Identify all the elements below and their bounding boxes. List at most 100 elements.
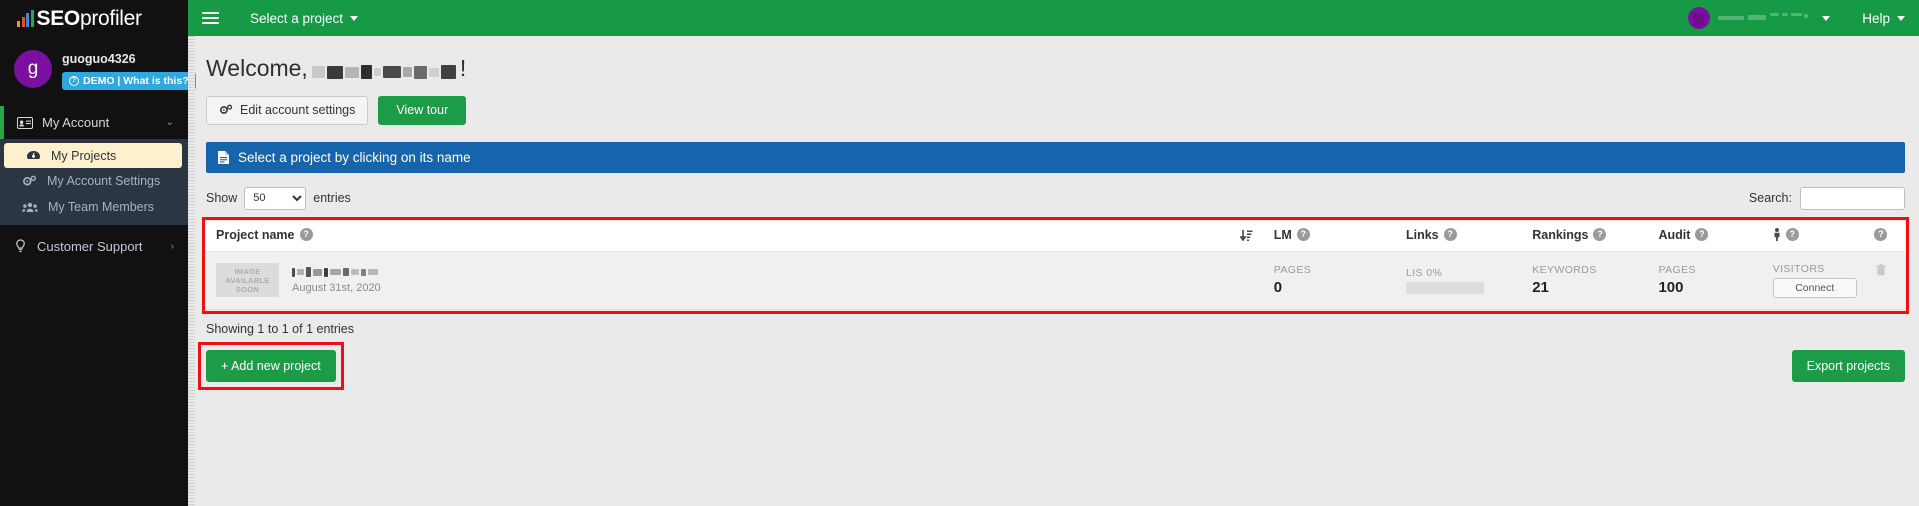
trash-icon[interactable]: [1875, 263, 1886, 279]
column-actions[interactable]: ?: [1856, 220, 1905, 252]
sidebar-section-my-account[interactable]: My Account ⌄: [0, 106, 188, 139]
info-banner-text: Select a project by clicking on its name: [238, 149, 471, 165]
help-icon[interactable]: ?: [299, 228, 313, 242]
table-header-row: Project name ? LM ? Links ? Rankings ? A…: [206, 220, 1905, 252]
connect-label: Connect: [1795, 281, 1835, 294]
account-menu[interactable]: [1688, 7, 1831, 29]
visitors-label: VISITORS: [1772, 262, 1825, 275]
sidebar-username: guoguo4326: [62, 52, 136, 66]
sidebar-user-block: g guoguo4326 ? DEMO | What is this?: [0, 36, 196, 106]
column-audit[interactable]: Audit ?: [1658, 220, 1773, 252]
lm-value: 0: [1273, 279, 1283, 297]
help-icon[interactable]: ?: [1695, 228, 1709, 242]
scroll-strip: [188, 36, 195, 506]
sidebar-nav-group: My Projects My Account Settings My Team …: [0, 139, 188, 225]
table-body: IMAGE AVAILABLE SOON August 31st, 2020 P…: [206, 251, 1905, 310]
avatar: g: [14, 50, 52, 88]
demo-badge-label: DEMO | What is this?: [83, 75, 189, 87]
avatar: [1688, 7, 1711, 29]
view-tour-button[interactable]: View tour: [378, 96, 467, 125]
thumbnail-label: IMAGE AVAILABLE SOON: [225, 266, 270, 294]
table-row[interactable]: IMAGE AVAILABLE SOON August 31st, 2020 P…: [206, 251, 1905, 310]
search-input[interactable]: [1800, 186, 1905, 210]
rankings-value: 21: [1532, 279, 1549, 297]
sidebar-filler: [0, 264, 188, 506]
gears-icon: [219, 104, 233, 116]
column-label: LM: [1273, 227, 1292, 242]
logo-bars-icon: [17, 9, 34, 27]
content-area: Welcome, ! Edit account settings View to…: [188, 36, 1919, 506]
help-label: Help: [1862, 10, 1890, 26]
brand-name-light: profiler: [79, 6, 142, 30]
main-area: Select a project Help Welcome, ! Edit ac…: [188, 0, 1919, 506]
caret-down-icon: [1822, 15, 1831, 21]
page-size-select[interactable]: 50: [244, 186, 307, 210]
hamburger-icon[interactable]: [202, 11, 219, 25]
column-label: Rankings: [1532, 227, 1589, 242]
add-new-project-button[interactable]: + Add new project: [206, 349, 336, 382]
showing-entries-text: Showing 1 to 1 of 1 entries: [206, 321, 355, 336]
column-lm[interactable]: LM ?: [1273, 220, 1406, 252]
help-menu[interactable]: Help: [1862, 11, 1905, 26]
project-thumbnail: IMAGE AVAILABLE SOON: [216, 263, 279, 298]
cell-project-name[interactable]: IMAGE AVAILABLE SOON August 31st, 2020: [206, 251, 1241, 310]
search-label: Search:: [1748, 191, 1792, 205]
help-icon[interactable]: ?: [1785, 228, 1799, 242]
projects-table: Project name ? LM ? Links ? Rankings ? A…: [206, 220, 1905, 310]
help-icon[interactable]: ?: [1296, 228, 1310, 242]
cell-rankings: KEYWORDS 21: [1532, 251, 1659, 310]
help-icon[interactable]: ?: [1874, 228, 1888, 242]
export-projects-label: Export projects: [1806, 358, 1890, 373]
id-card-icon: [17, 116, 33, 129]
edit-account-settings-button[interactable]: Edit account settings: [206, 96, 369, 125]
rankings-label: KEYWORDS: [1532, 264, 1597, 277]
users-icon: [22, 202, 38, 213]
projects-table-zone: Project name ? LM ? Links ? Rankings ? A…: [202, 216, 1909, 314]
sidebar-item-my-account-settings[interactable]: My Account Settings: [0, 168, 188, 194]
caret-down-icon: [350, 15, 359, 21]
brand-name-bold: SEO: [36, 6, 81, 30]
cell-delete[interactable]: [1856, 251, 1905, 310]
welcome-exclamation: !: [459, 55, 467, 81]
sidebar-item-label: My Projects: [51, 148, 117, 163]
sidebar-item-my-projects[interactable]: My Projects: [4, 143, 182, 168]
welcome-name-redacted: [311, 64, 456, 81]
show-label: Show: [206, 191, 238, 205]
column-rankings[interactable]: Rankings ?: [1532, 220, 1659, 252]
entries-label: entries: [313, 191, 351, 205]
help-icon[interactable]: ?: [1593, 228, 1607, 242]
person-icon: [1773, 228, 1781, 242]
column-visitors[interactable]: ?: [1772, 220, 1857, 252]
column-sort[interactable]: [1239, 220, 1274, 252]
export-projects-button[interactable]: Export projects: [1791, 349, 1905, 382]
cell-lm: PAGES 0: [1273, 251, 1406, 310]
cell-visitors: VISITORS Connect: [1772, 251, 1857, 310]
sidebar-item-customer-support[interactable]: Customer Support ›: [0, 228, 188, 264]
table-header: Project name ? LM ? Links ? Rankings ? A…: [206, 220, 1905, 252]
column-project-name[interactable]: Project name ?: [206, 220, 1241, 252]
welcome-greeting: Welcome,: [206, 55, 308, 81]
column-label: Audit: [1658, 227, 1691, 242]
sidebar-item-label: My Account Settings: [47, 174, 161, 188]
footer-row: + Add new project Export projects: [198, 341, 1905, 390]
chevron-down-icon: ⌄: [165, 117, 174, 128]
project-selector[interactable]: Select a project: [250, 11, 359, 26]
column-label: Links: [1405, 227, 1439, 242]
brand-logo[interactable]: SEOprofiler: [0, 0, 188, 36]
table-controls: Show 50 entries Search:: [206, 186, 1905, 210]
sidebar-item-label: Customer Support: [37, 238, 143, 254]
connect-button[interactable]: Connect: [1772, 277, 1857, 298]
column-links[interactable]: Links ?: [1405, 220, 1533, 252]
info-banner: Select a project by clicking on its name: [206, 141, 1905, 173]
audit-value: 100: [1658, 279, 1684, 297]
sort-desc-icon: [1239, 229, 1253, 242]
demo-badge[interactable]: ? DEMO | What is this?: [62, 72, 196, 90]
sidebar-item-label: My Team Members: [48, 200, 155, 214]
help-icon[interactable]: ?: [1443, 228, 1457, 242]
top-bar: Select a project Help: [188, 0, 1919, 36]
cell-audit: PAGES 100: [1658, 251, 1773, 310]
cell-sort-spacer: [1240, 251, 1274, 310]
caret-down-icon: [1897, 15, 1905, 21]
account-name-redacted: [1718, 12, 1814, 24]
sidebar-item-my-team-members[interactable]: My Team Members: [0, 194, 188, 220]
